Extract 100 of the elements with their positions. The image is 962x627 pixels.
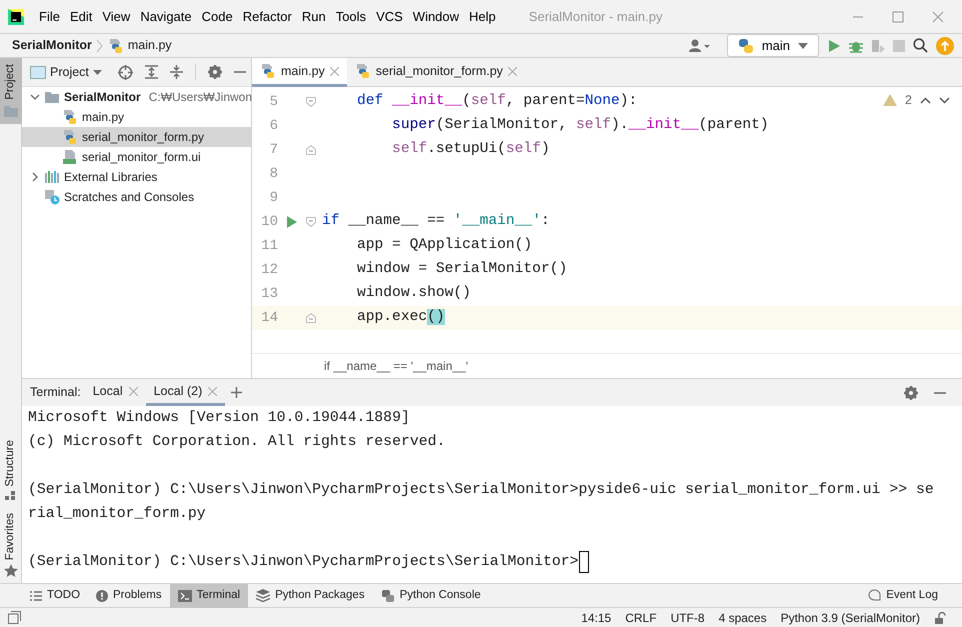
code-line: window.show() [356, 284, 471, 304]
window-title: SerialMonitor - main.py [528, 8, 662, 26]
menu-item[interactable]: Run [296, 6, 331, 26]
expand-all-icon[interactable] [144, 65, 158, 79]
locate-icon[interactable] [118, 64, 133, 80]
terminal-line: (SerialMonitor) C:\Users\Jinwon\PycharmProjects\SerialMonitor> [28, 552, 579, 572]
tool-window-button[interactable]: Python Console [372, 584, 489, 608]
libraries-icon [44, 170, 60, 184]
breadcrumb-text[interactable]: if __name__ == '__main__' [324, 357, 468, 375]
code-line: def __init__(self, parent=None): [356, 92, 638, 112]
tool-window-button[interactable]: Problems [88, 584, 170, 608]
menu-item[interactable]: Tools [330, 6, 372, 26]
line-number: 5 [268, 92, 278, 112]
panel-toggle-icon[interactable] [8, 611, 21, 624]
editor-tab[interactable]: serial_monitor_form.py [346, 58, 525, 87]
close-icon[interactable] [330, 66, 339, 76]
python-icon [738, 38, 754, 54]
run-icon[interactable] [287, 216, 297, 228]
ui-file-icon [62, 149, 78, 165]
menu-item[interactable]: Window [408, 6, 464, 26]
menu-item[interactable]: View [97, 6, 136, 26]
python-file-icon [108, 38, 124, 54]
warning-count: 2 [905, 92, 912, 109]
caret-icon [92, 70, 102, 74]
add-icon[interactable] [231, 387, 242, 398]
status-item[interactable]: 14:15 [581, 608, 612, 626]
search-icon[interactable] [913, 38, 928, 53]
editor-tab[interactable]: main.py [252, 58, 347, 87]
update-icon[interactable] [936, 36, 954, 54]
tool-window-button[interactable]: Favorites [0, 506, 22, 583]
terminal-tab[interactable]: Local [84, 379, 146, 406]
tree-item[interactable]: External Libraries [64, 168, 158, 186]
tool-window-button[interactable]: Project [0, 58, 22, 124]
caret-icon [798, 42, 808, 48]
line-number: 7 [268, 140, 278, 160]
panel-icon [30, 66, 46, 78]
tree-item[interactable]: serial_monitor_form.ui [82, 148, 201, 166]
settings-icon[interactable] [904, 386, 918, 400]
star-icon [4, 564, 18, 577]
collapse-all-icon[interactable] [170, 65, 183, 79]
status-item[interactable]: 4 spaces [718, 608, 767, 626]
fold-icon[interactable] [306, 145, 316, 155]
line-number: 10 [260, 212, 278, 232]
user-icon[interactable] [688, 38, 711, 52]
terminal-line: Microsoft Windows [Version 10.0.19044.1889] [28, 408, 410, 428]
menu-item[interactable]: VCS [371, 6, 408, 26]
structure-icon [5, 490, 17, 501]
python-file-icon [354, 63, 371, 79]
run-icon[interactable] [827, 38, 841, 52]
status-item[interactable]: CRLF [625, 608, 657, 626]
close-icon[interactable] [208, 386, 218, 396]
tool-window-button[interactable]: Structure [0, 434, 22, 507]
close-icon[interactable] [508, 66, 517, 76]
python-file-icon [62, 129, 78, 145]
settings-icon[interactable] [208, 65, 222, 79]
code-line: self.setupUi(self) [391, 140, 550, 160]
tool-window-button[interactable]: Python Packages [248, 584, 373, 608]
code-line: if __name__ == '__main__': [322, 212, 550, 232]
line-number: 6 [268, 116, 278, 136]
scratches-icon [44, 189, 60, 205]
fold-icon[interactable] [306, 217, 316, 227]
event-log-button[interactable]: Event Log [860, 584, 946, 608]
menu-item[interactable]: File [34, 6, 65, 26]
menu-item[interactable]: Code [196, 6, 238, 26]
tree-item[interactable]: SerialMonitor [64, 88, 141, 106]
tree-item[interactable]: Scratches and Consoles [64, 188, 194, 206]
close-icon[interactable] [932, 10, 944, 22]
next-icon[interactable] [939, 96, 950, 104]
tool-window-button[interactable]: TODO [22, 584, 88, 608]
run-configuration-dropdown[interactable]: main [726, 34, 819, 57]
python-file-icon [260, 63, 276, 79]
close-icon[interactable] [128, 386, 138, 396]
menu-item[interactable]: Help [464, 6, 501, 26]
menu-item[interactable]: Refactor [238, 6, 297, 26]
code-line: super(SerialMonitor, self).__init__(parent) [391, 116, 769, 136]
status-item[interactable]: UTF-8 [670, 608, 705, 626]
line-number: 14 [260, 308, 278, 328]
status-item[interactable]: Python 3.9 (SerialMonitor) [780, 608, 920, 626]
warning-icon [883, 94, 898, 106]
line-number: 8 [268, 164, 278, 184]
code-line: window = SerialMonitor() [356, 260, 568, 280]
python-file-icon [62, 109, 78, 125]
previous-icon[interactable] [920, 96, 931, 104]
fold-icon[interactable] [306, 313, 316, 323]
lock-icon[interactable] [934, 612, 946, 624]
terminal-tab[interactable]: Local (2) [146, 379, 226, 406]
terminal-line: rial_monitor_form.py [28, 504, 206, 524]
tree-item[interactable]: main.py [82, 108, 124, 126]
breadcrumb-item[interactable]: SerialMonitor [8, 36, 96, 55]
panel-title: Terminal: [29, 384, 82, 402]
line-number: 11 [260, 236, 278, 256]
breadcrumb-item[interactable]: main.py [128, 36, 172, 55]
fold-icon[interactable] [306, 97, 316, 107]
terminal-line: (SerialMonitor) C:\Users\Jinwon\PycharmProjects\SerialMonitor>pyside6-uic serial_monitor_form.ui >> se [28, 480, 934, 500]
maximize-icon[interactable] [892, 10, 904, 22]
tool-window-button[interactable]: Terminal [170, 584, 248, 608]
menu-item[interactable]: Navigate [135, 6, 197, 26]
problems-icon [96, 590, 108, 602]
stop-icon[interactable] [893, 40, 905, 52]
menu-item[interactable]: Edit [64, 6, 98, 26]
